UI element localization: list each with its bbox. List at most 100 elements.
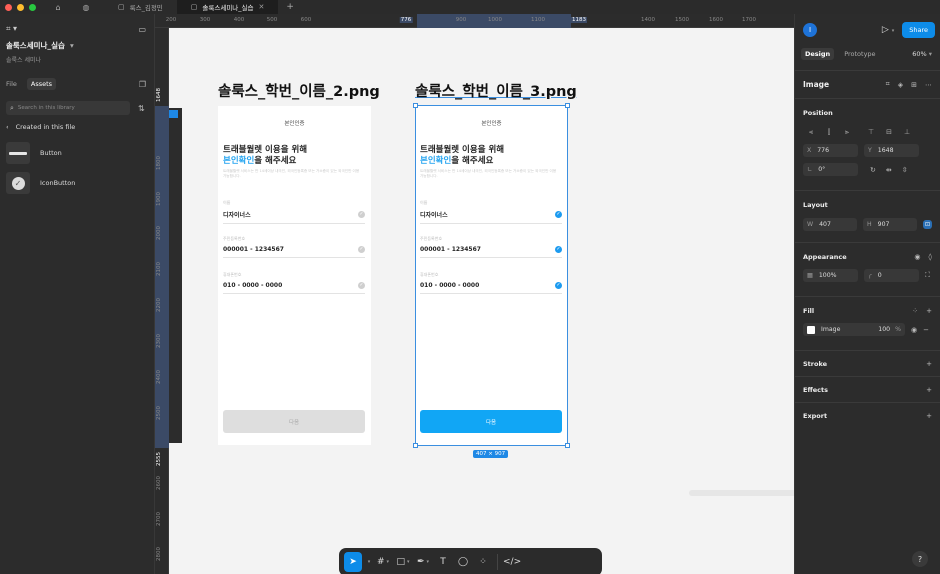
tab-assets[interactable]: Assets <box>26 78 57 90</box>
new-tab-button[interactable]: + <box>278 2 294 12</box>
tab-file[interactable]: File <box>6 80 17 88</box>
frame-label[interactable]: 솔룩스_학번_이름_3.png <box>415 80 577 101</box>
styles-grid-icon[interactable]: ⁘ <box>912 307 918 315</box>
chevron-down-icon[interactable]: ▾ <box>427 559 430 565</box>
screen-headline: 트래블월렛 이용을 위해 본인확인을 해주세요 <box>420 145 505 166</box>
next-button-active[interactable]: 다음 <box>420 410 562 433</box>
x-position-input[interactable]: X 776 <box>803 144 858 157</box>
resize-handle-bottom-left[interactable] <box>413 443 418 448</box>
stroke-section[interactable]: Stroke + <box>795 350 940 376</box>
search-input[interactable] <box>17 105 118 111</box>
zoom-level[interactable]: 60% ▾ <box>912 50 934 58</box>
close-tab-icon[interactable]: ✕ <box>259 3 265 11</box>
eye-icon[interactable]: ◉ <box>914 253 920 261</box>
resize-handle-bottom-right[interactable] <box>565 443 570 448</box>
name-field[interactable]: 이름 디자이너스 ✓ <box>223 200 365 224</box>
opacity-input[interactable]: ▦ 100% <box>803 269 858 282</box>
title-bar: ⌂ ◍ ▢ 룩스_김정민 ▢ 솔룩스세미나_실습 ✕ + <box>0 0 940 14</box>
check-circle-icon: ✓ <box>11 176 25 190</box>
resize-handle-top-left[interactable] <box>413 103 418 108</box>
fill-swatch[interactable] <box>807 325 815 334</box>
help-question-icon[interactable]: ? <box>912 551 928 567</box>
resize-to-fit-icon[interactable]: ⊞ <box>911 81 917 89</box>
figma-menu-icon[interactable]: ⌗ ▾ <box>6 24 17 34</box>
phone-number-field[interactable]: 휴대폰번호 010 - 0000 - 0000 ✓ <box>420 272 562 294</box>
resize-handle-top-right[interactable] <box>565 103 570 108</box>
name-field[interactable]: 이름 디자이너스 ✓ <box>420 200 562 224</box>
flip-horizontal-icon[interactable]: ⇹ <box>886 166 892 174</box>
asset-item-button[interactable]: Button <box>0 142 154 164</box>
export-section[interactable]: Export + <box>795 402 940 428</box>
eye-icon[interactable]: ◉ <box>911 326 917 334</box>
pen-tool[interactable]: ✒ ▾ <box>414 552 432 572</box>
tab-file-2[interactable]: ▢ 솔룩스세미나_실습 ✕ <box>176 0 279 14</box>
avatar[interactable]: I <box>803 23 817 37</box>
phone-number-field[interactable]: 휴대폰번호 010 - 0000 - 0000 ✓ <box>223 272 365 294</box>
design-canvas[interactable]: 솔룩스_학번_이름_2.png 본인인증 트래블월렛 이용을 위해 본인확인을 … <box>169 28 794 574</box>
library-book-icon[interactable]: ❐ <box>139 80 146 89</box>
independent-corners-icon[interactable]: ⛶ <box>925 271 930 280</box>
rotation-input[interactable]: ∟ 0° <box>803 163 858 176</box>
section-created-in-file[interactable]: ‹ Created in this file <box>0 115 154 131</box>
fill-row[interactable]: Image 100% <box>803 323 905 336</box>
resident-number-field[interactable]: 주민등록번호 000001 - 1234567 ✓ <box>223 236 365 258</box>
align-center-h-icon[interactable]: ⫿ <box>821 126 837 138</box>
close-window-button[interactable] <box>5 3 12 11</box>
more-icon[interactable]: ⋯ <box>925 81 932 89</box>
chevron-down-icon[interactable]: ▾ <box>70 41 74 50</box>
tab-design[interactable]: Design <box>801 48 835 60</box>
blend-mode-drop-icon[interactable]: ◊ <box>929 253 932 261</box>
crop-icon[interactable]: ⌗ <box>886 80 890 89</box>
width-input[interactable]: W 407 <box>803 218 857 231</box>
chevron-down-icon[interactable]: ▾ <box>407 559 410 565</box>
add-fill-icon[interactable]: + <box>926 307 932 315</box>
add-effect-icon[interactable]: + <box>926 386 932 394</box>
align-top-icon[interactable]: ⊤ <box>863 126 879 138</box>
component-icon[interactable]: ◈ <box>898 81 903 89</box>
chevron-left-icon[interactable]: ‹ <box>6 123 9 131</box>
resident-number-field[interactable]: 주민등록번호 000001 - 1234567 ✓ <box>420 236 562 258</box>
minimize-window-button[interactable] <box>17 3 24 11</box>
align-middle-v-icon[interactable]: ⊟ <box>881 126 897 138</box>
chevron-down-icon[interactable]: ▾ <box>387 559 390 565</box>
phone-frame-3[interactable]: 본인인증 트래블월렛 이용을 위해 본인확인을 해주세요 트래블월렛 서비스는 … <box>415 106 568 445</box>
project-name[interactable]: 솔룩스세미나_실습 ▾ <box>6 40 148 51</box>
next-button-disabled[interactable]: 다음 <box>223 410 365 433</box>
comment-tool[interactable]: ◯ <box>454 552 472 572</box>
present-play-icon[interactable]: ▷ ▾ <box>882 25 894 35</box>
resources-tool[interactable]: ⁘ <box>474 552 492 572</box>
tab-prototype[interactable]: Prototype <box>840 48 879 60</box>
flip-vertical-icon[interactable]: ⇳ <box>902 166 908 174</box>
frame-label[interactable]: 솔룩스_학번_이름_2.png <box>218 80 380 101</box>
chevron-down-icon[interactable]: ▾ <box>364 552 372 572</box>
corner-radius-input[interactable]: ╭ 0 <box>864 269 919 282</box>
community-globe-icon[interactable]: ◍ <box>78 3 94 12</box>
phone-frame-2[interactable]: 본인인증 트래블월렛 이용을 위해 본인확인을 해주세요 트래블월렛 서비스는 … <box>218 106 371 445</box>
maximize-window-button[interactable] <box>29 3 36 11</box>
dev-mode-toggle[interactable]: </> <box>503 552 521 572</box>
asset-item-iconbutton[interactable]: ✓ IconButton <box>0 172 154 194</box>
share-button[interactable]: Share <box>902 22 935 38</box>
height-input[interactable]: H 907 <box>862 218 917 231</box>
effects-section[interactable]: Effects + <box>795 376 940 402</box>
frame-tool[interactable]: # ▾ <box>374 552 392 572</box>
align-right-icon[interactable]: ⫸ <box>839 126 855 138</box>
rotate-90-icon[interactable]: ↻ <box>870 166 876 174</box>
tab-file-1[interactable]: ▢ 룩스_김정민 <box>104 0 177 14</box>
node-type-section: Image ⌗ ◈ ⊞ ⋯ <box>795 70 940 98</box>
align-left-icon[interactable]: ⫷ <box>803 126 819 138</box>
move-tool[interactable]: ➤ <box>344 552 362 572</box>
filter-icon[interactable]: ⇅ <box>138 104 145 113</box>
remove-fill-icon[interactable]: − <box>923 326 929 334</box>
align-bottom-icon[interactable]: ⊥ <box>899 126 915 138</box>
toggle-sidebar-icon[interactable]: ▭ <box>138 25 146 34</box>
text-tool[interactable]: T <box>434 552 452 572</box>
offscreen-frame[interactable] <box>169 108 182 443</box>
home-icon[interactable]: ⌂ <box>50 3 66 12</box>
add-stroke-icon[interactable]: + <box>926 360 932 368</box>
add-export-icon[interactable]: + <box>926 412 932 420</box>
y-position-input[interactable]: Y 1648 <box>864 144 919 157</box>
shape-tool[interactable]: □ ▾ <box>394 552 412 572</box>
ruler-tick-selection-end: 2555 <box>156 452 162 466</box>
constrain-proportions-icon[interactable]: ⊡ <box>922 220 932 229</box>
